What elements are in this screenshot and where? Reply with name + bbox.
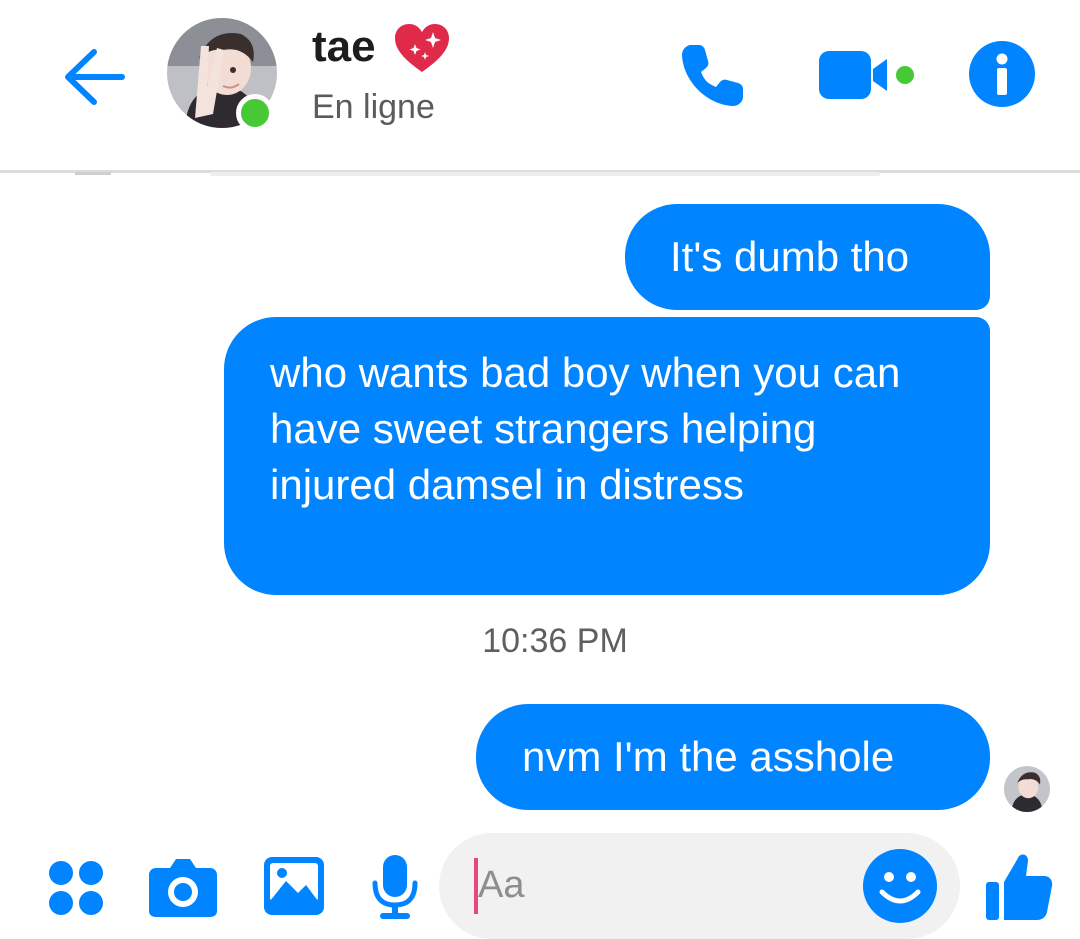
- phone-icon: [682, 45, 743, 106]
- video-camera-icon: [819, 51, 914, 99]
- like-button[interactable]: [984, 850, 1054, 922]
- sparkling-heart-icon: [393, 22, 451, 76]
- online-indicator: [236, 94, 274, 132]
- conversation-header: tae En ligne: [0, 0, 1080, 173]
- camera-icon: [149, 859, 217, 917]
- message-bubble[interactable]: nvm I'm the asshole: [476, 704, 990, 810]
- emoji-button[interactable]: [862, 848, 938, 924]
- gallery-button[interactable]: [262, 855, 326, 917]
- divider: [210, 172, 880, 176]
- call-button[interactable]: [677, 39, 749, 111]
- video-call-button[interactable]: [817, 48, 917, 102]
- apps-button[interactable]: [48, 860, 104, 916]
- seen-receipt-avatar: [1004, 766, 1050, 812]
- camera-button[interactable]: [148, 856, 218, 918]
- emoji-icon: [863, 849, 937, 923]
- divider: [75, 172, 111, 175]
- arrow-left-icon: [65, 49, 125, 105]
- message-timestamp: 10:36 PM: [482, 622, 628, 660]
- contact-status: En ligne: [312, 88, 435, 126]
- thumbs-up-icon: [986, 854, 1053, 920]
- message-input-placeholder[interactable]: Aa: [478, 864, 524, 907]
- microphone-icon: [372, 855, 418, 919]
- info-button[interactable]: [968, 40, 1036, 108]
- apps-icon: [49, 861, 103, 915]
- message-composer: Aa: [0, 820, 1080, 939]
- message-bubble[interactable]: who wants bad boy when you can have swee…: [224, 317, 990, 595]
- gallery-icon: [264, 857, 324, 915]
- contact-name[interactable]: tae: [312, 22, 376, 72]
- info-icon: [969, 41, 1035, 107]
- back-button[interactable]: [58, 40, 130, 112]
- microphone-button[interactable]: [370, 853, 420, 921]
- message-bubble[interactable]: It's dumb tho: [625, 204, 990, 310]
